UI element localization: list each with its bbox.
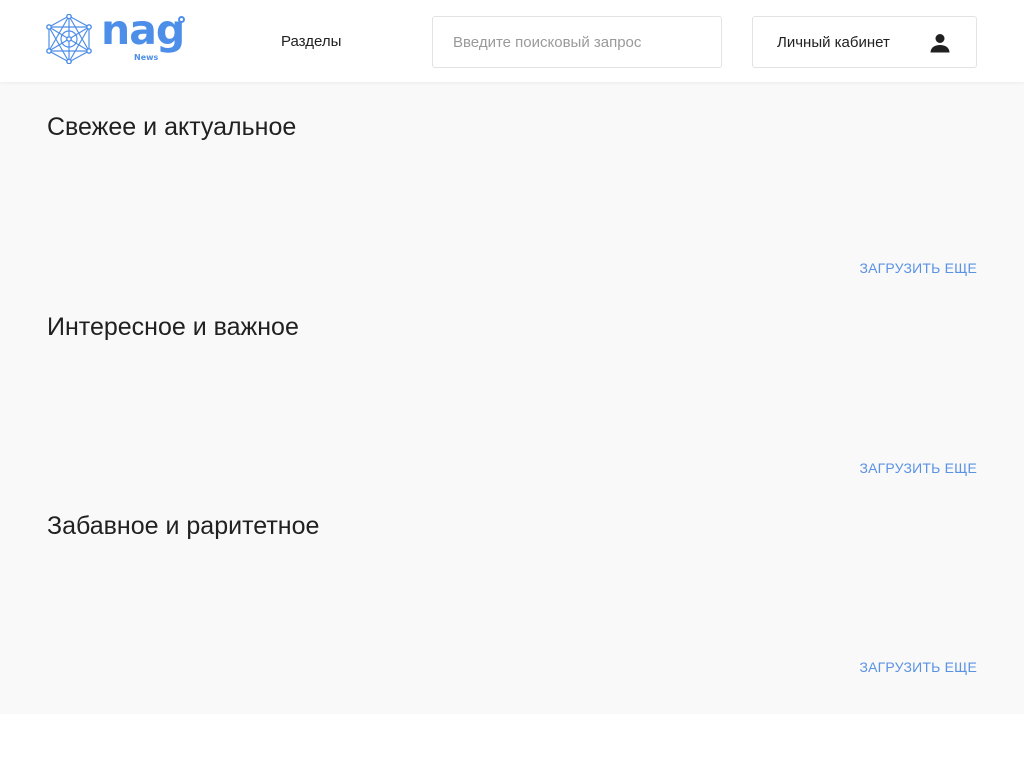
account-button[interactable]: Личный кабинет [752,16,977,68]
main-content: Свежее и актуальное ЗАГРУЗИТЬ ЕЩЕ Интере… [0,82,1024,714]
logo-dot [178,16,185,23]
sections-menu-link[interactable]: Разделы [281,33,341,50]
site-logo[interactable]: nag News [46,10,194,68]
news-section-funny: Забавное и раритетное ЗАГРУЗИТЬ ЕЩЕ [0,481,1024,681]
logo-subtitle: News [134,53,159,62]
load-more-button[interactable]: ЗАГРУЗИТЬ ЕЩЕ [859,659,977,675]
search-input[interactable] [433,17,721,67]
search-box [432,16,722,68]
person-icon [930,34,950,53]
network-globe-icon [46,14,92,64]
load-more-button[interactable]: ЗАГРУЗИТЬ ЕЩЕ [859,260,977,276]
section-title: Забавное и раритетное [47,512,320,540]
section-title: Интересное и важное [47,313,299,341]
site-header: nag News Разделы Личный кабинет [0,0,1024,82]
page-footer-area [0,714,1024,768]
account-label: Личный кабинет [777,34,890,51]
news-section-fresh: Свежее и актуальное ЗАГРУЗИТЬ ЕЩЕ [0,82,1024,282]
section-title: Свежее и актуальное [47,113,297,141]
logo-wordmark: nag [101,6,185,54]
news-section-interesting: Интересное и важное ЗАГРУЗИТЬ ЕЩЕ [0,282,1024,482]
load-more-button[interactable]: ЗАГРУЗИТЬ ЕЩЕ [859,460,977,476]
